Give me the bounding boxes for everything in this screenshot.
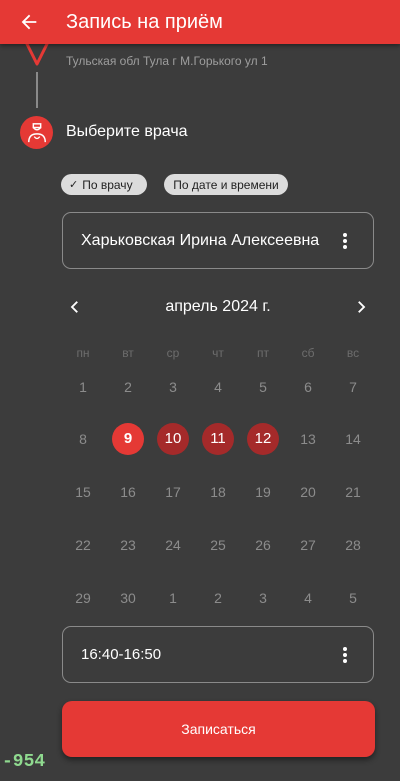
calendar-day: 14 (345, 431, 361, 447)
check-icon: ✓ (69, 179, 79, 191)
calendar-day-available[interactable]: 12 (247, 423, 279, 455)
calendar-day: 26 (255, 537, 271, 553)
calendar-day: 3 (169, 379, 177, 395)
more-vert-icon[interactable] (331, 641, 359, 669)
calendar-day: 15 (75, 484, 91, 500)
back-button[interactable] (14, 7, 44, 37)
filter-chip-by-datetime[interactable]: По дате и времени (164, 174, 288, 195)
doctor-select[interactable]: Харьковская Ирина Алексеевна (62, 212, 374, 269)
calendar-day: 30 (120, 590, 136, 606)
weekday-label: пт (257, 346, 269, 360)
step-label: Выберите врача (66, 123, 188, 140)
calendar-day: 25 (210, 537, 226, 553)
calendar-header: апрель 2024 г. (62, 292, 374, 322)
calendar-day: 6 (304, 379, 312, 395)
calendar-day: 21 (345, 484, 361, 500)
more-vert-icon[interactable] (331, 227, 359, 255)
calendar-day: 5 (349, 590, 357, 606)
calendar-day: 24 (165, 537, 181, 553)
calendar-day: 22 (75, 537, 91, 553)
weekday-label: сб (301, 346, 315, 360)
clinic-address: Тульская обл Тула г М.Горького ул 1 (66, 54, 268, 68)
weekday-label: вс (346, 346, 360, 360)
step-connector (36, 72, 38, 108)
time-slot-value: 16:40-16:50 (81, 646, 162, 663)
calendar-day-available[interactable]: 10 (157, 423, 189, 455)
chip-label: По дате и времени (173, 177, 279, 192)
app-bar: Запись на приём (0, 0, 400, 44)
filter-chip-by-doctor[interactable]: ✓ По врачу (61, 174, 147, 195)
weekday-label: ср (166, 346, 180, 360)
weekday-label: чт (212, 346, 224, 360)
calendar-day: 16 (120, 484, 136, 500)
calendar-day: 29 (75, 590, 91, 606)
calendar-day: 3 (259, 590, 267, 606)
doctor-name: Харьковская Ирина Алексеевна (81, 231, 320, 249)
calendar-day: 13 (300, 431, 316, 447)
time-select[interactable]: 16:40-16:50 (62, 626, 374, 683)
next-month-button[interactable] (348, 294, 374, 320)
calendar-day: 1 (169, 590, 177, 606)
calendar-day: 7 (349, 379, 357, 395)
calendar-day: 2 (124, 379, 132, 395)
chevron-right-icon (358, 301, 366, 313)
calendar-day: 8 (79, 431, 87, 447)
calendar-day: 18 (210, 484, 226, 500)
calendar-month: апрель 2024 г. (165, 298, 271, 315)
calendar-day: 23 (120, 537, 136, 553)
chip-label: По врачу (82, 177, 133, 192)
submit-button[interactable]: Записаться (62, 701, 375, 757)
calendar-day: 19 (255, 484, 271, 500)
calendar-day: 20 (300, 484, 316, 500)
arrow-left-icon (21, 14, 37, 30)
calendar-day: 4 (304, 590, 312, 606)
calendar-day: 27 (300, 537, 316, 553)
calendar-day: 28 (345, 537, 361, 553)
doctor-step-icon (20, 116, 53, 149)
weekday-label: пн (76, 346, 90, 360)
weekday-label: вт (122, 346, 134, 360)
doctor-icon (27, 122, 46, 142)
calendar-day: 5 (259, 379, 267, 395)
calendar-day: 1 (79, 379, 87, 395)
calendar-day-available[interactable]: 11 (202, 423, 234, 455)
overlay-number: -954 (2, 752, 46, 772)
page-title: Запись на приём (66, 10, 223, 33)
calendar-day-available[interactable]: 9 (112, 423, 144, 455)
calendar-day: 17 (165, 484, 181, 500)
calendar-day: 2 (214, 590, 222, 606)
calendar-day: 4 (214, 379, 222, 395)
